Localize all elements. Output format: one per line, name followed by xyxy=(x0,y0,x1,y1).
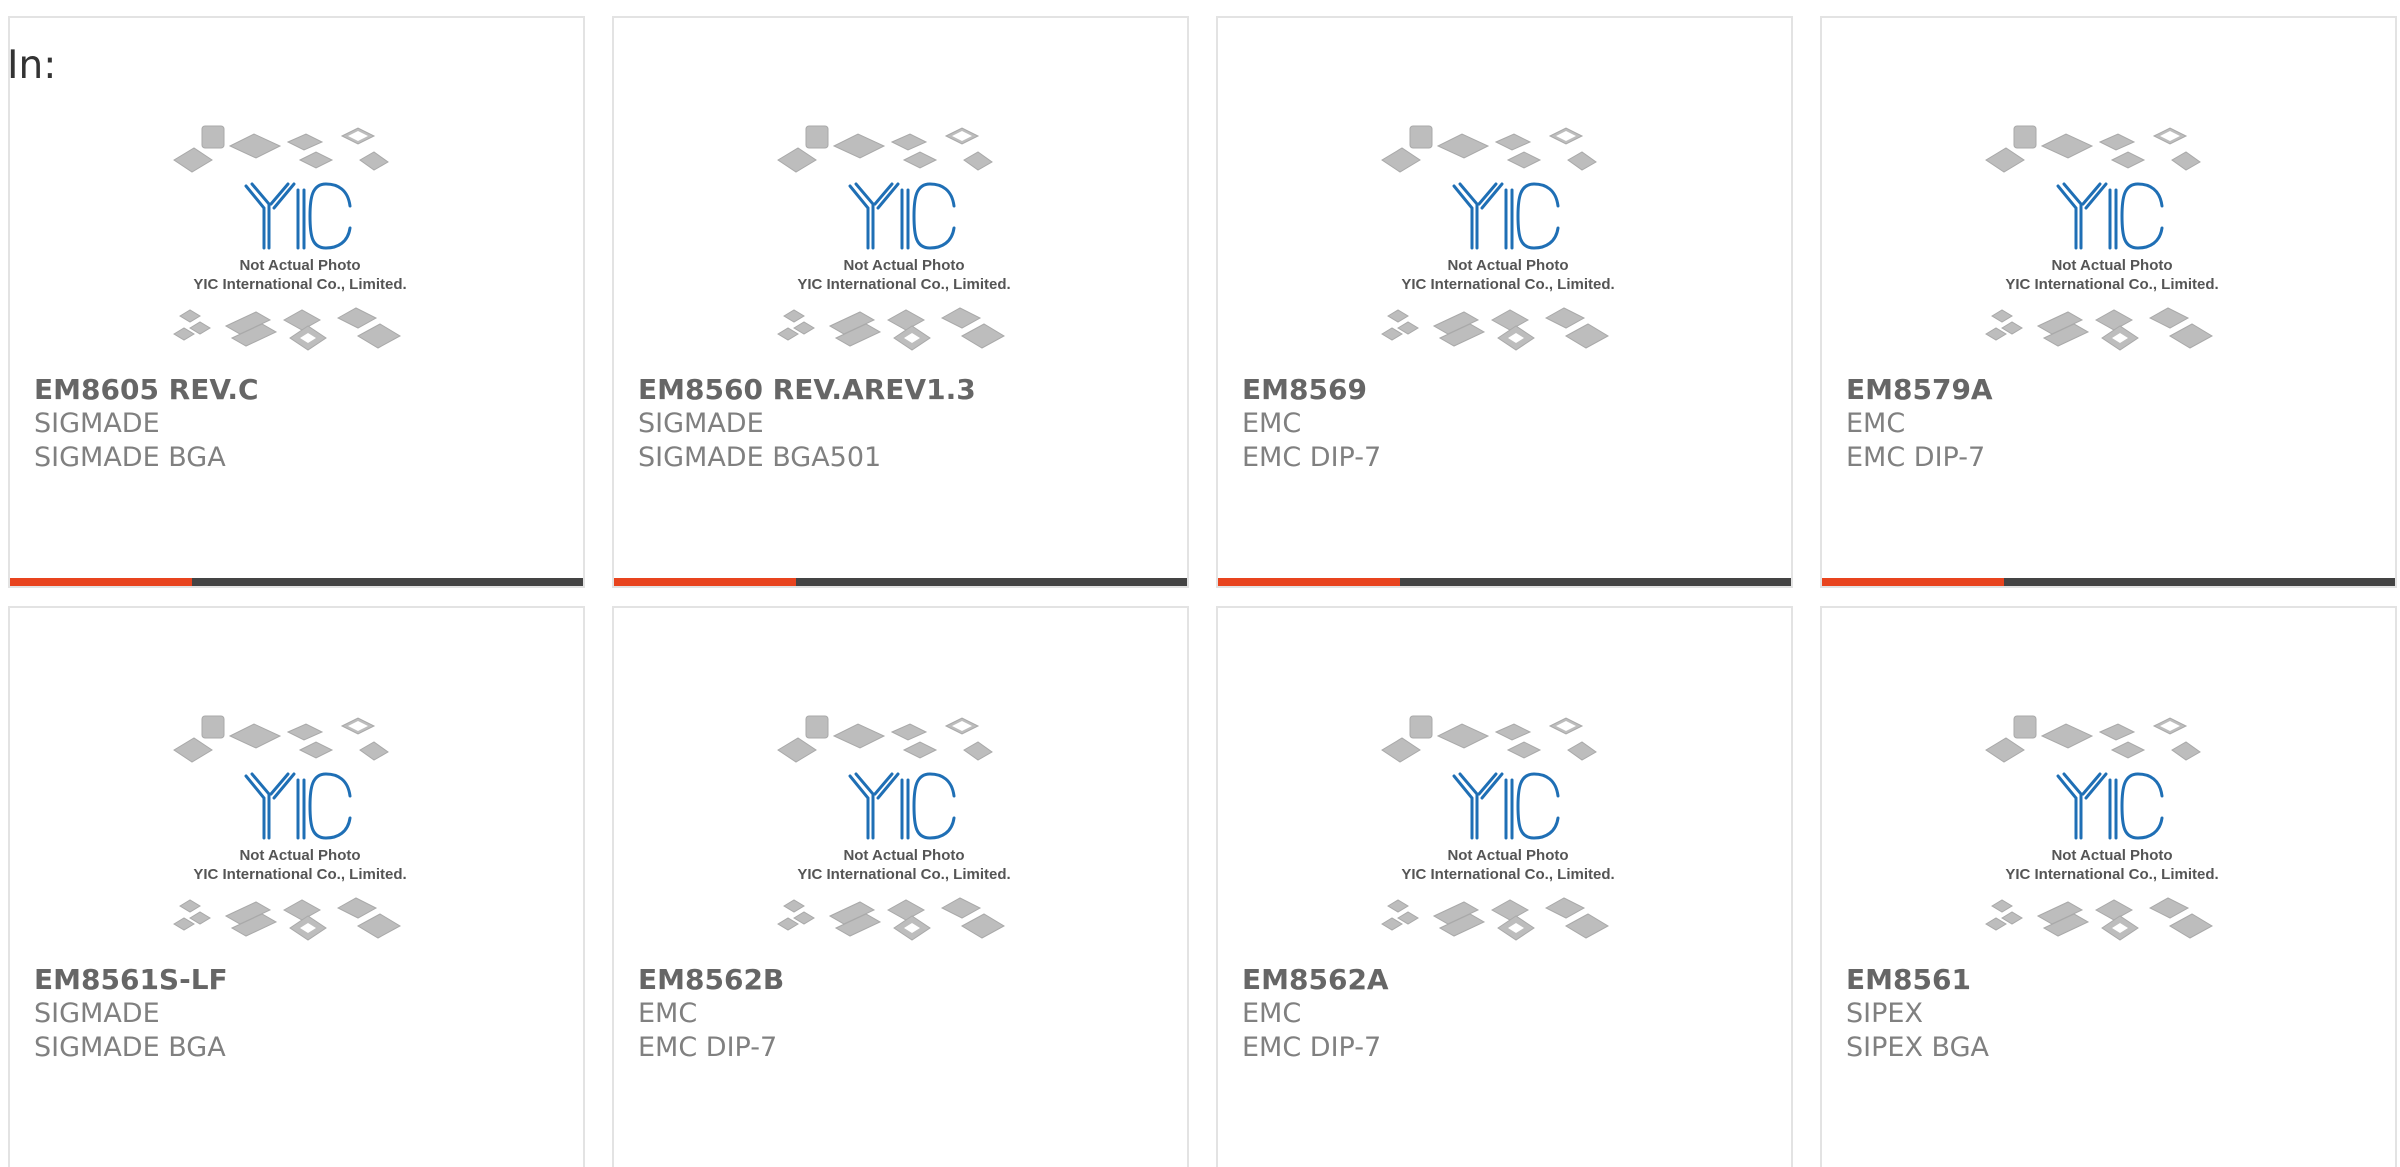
product-part-number[interactable]: EM8561S-LF xyxy=(34,963,228,997)
product-brand: SIGMADE xyxy=(638,408,764,439)
product-card[interactable]: Not Actual Photo YIC International Co., … xyxy=(1820,606,2397,1167)
product-package: SIGMADE BGA xyxy=(34,1032,226,1063)
product-brand: SIGMADE xyxy=(34,998,160,1029)
product-part-number[interactable]: EM8579A xyxy=(1846,373,1993,407)
product-info: EM8562A EMC EMC DIP-7 xyxy=(1242,963,1389,1065)
image-note-line1: Not Actual Photo xyxy=(239,257,360,274)
product-card[interactable]: Not Actual Photo YIC International Co., … xyxy=(1820,16,2397,588)
image-note-line1: Not Actual Photo xyxy=(239,847,360,864)
product-info: EM8579A EMC EMC DIP-7 xyxy=(1846,373,1993,475)
product-package: EMC DIP-7 xyxy=(1242,442,1382,473)
product-part-number[interactable]: EM8561 xyxy=(1846,963,1989,997)
product-package: SIGMADE BGA xyxy=(34,442,226,473)
product-package: EMC DIP-7 xyxy=(1242,1032,1382,1063)
product-brand: SIPEX xyxy=(1846,998,1923,1029)
product-part-number[interactable]: EM8569 xyxy=(1242,373,1381,407)
product-part-number[interactable]: EM8562B xyxy=(638,963,784,997)
product-image[interactable]: Not Actual Photo YIC International Co., … xyxy=(764,688,1044,958)
card-bar-track xyxy=(796,578,1187,586)
product-grid-page: In: Not Actual Photo YIC International C… xyxy=(0,0,2400,1167)
product-brand: EMC xyxy=(1242,408,1302,439)
product-info: EM8562B EMC EMC DIP-7 xyxy=(638,963,784,1065)
image-note-line1: Not Actual Photo xyxy=(2051,257,2172,274)
product-part-number[interactable]: EM8560 REV.AREV1.3 xyxy=(638,373,976,407)
card-bar-track xyxy=(2004,578,2395,586)
image-note-line2: YIC International Co., Limited. xyxy=(193,866,406,883)
image-note-line2: YIC International Co., Limited. xyxy=(1401,276,1614,293)
card-hover-bar xyxy=(1218,578,1791,586)
image-note-line2: YIC International Co., Limited. xyxy=(797,866,1010,883)
product-image[interactable]: Not Actual Photo YIC International Co., … xyxy=(1368,98,1648,368)
product-image[interactable]: Not Actual Photo YIC International Co., … xyxy=(1972,98,2252,368)
card-hover-bar xyxy=(614,578,1187,586)
card-bar-accent xyxy=(614,578,796,586)
product-brand: EMC xyxy=(1242,998,1302,1029)
product-info: EM8569 EMC EMC DIP-7 xyxy=(1242,373,1381,475)
image-note-line1: Not Actual Photo xyxy=(2051,847,2172,864)
image-note-line2: YIC International Co., Limited. xyxy=(2005,866,2218,883)
image-note-line2: YIC International Co., Limited. xyxy=(797,276,1010,293)
product-info: EM8561S-LF SIGMADE SIGMADE BGA xyxy=(34,963,228,1065)
card-bar-accent xyxy=(10,578,192,586)
product-card[interactable]: Not Actual Photo YIC International Co., … xyxy=(1216,606,1793,1167)
product-image[interactable]: Not Actual Photo YIC International Co., … xyxy=(160,98,440,368)
filter-label: In: xyxy=(7,43,57,88)
product-part-number[interactable]: EM8562A xyxy=(1242,963,1389,997)
image-note-line2: YIC International Co., Limited. xyxy=(193,276,406,293)
product-image[interactable]: Not Actual Photo YIC International Co., … xyxy=(1368,688,1648,958)
product-brand: EMC xyxy=(638,998,698,1029)
product-package: SIGMADE BGA501 xyxy=(638,442,882,473)
image-note-line2: YIC International Co., Limited. xyxy=(1401,866,1614,883)
product-image[interactable]: Not Actual Photo YIC International Co., … xyxy=(160,688,440,958)
image-note-line2: YIC International Co., Limited. xyxy=(2005,276,2218,293)
product-brand: SIGMADE xyxy=(34,408,160,439)
product-info: EM8560 REV.AREV1.3 SIGMADE SIGMADE BGA501 xyxy=(638,373,976,475)
product-brand: EMC xyxy=(1846,408,1906,439)
product-package: EMC DIP-7 xyxy=(638,1032,778,1063)
product-info: EM8561 SIPEX SIPEX BGA xyxy=(1846,963,1989,1065)
product-image[interactable]: Not Actual Photo YIC International Co., … xyxy=(1972,688,2252,958)
product-package: EMC DIP-7 xyxy=(1846,442,1986,473)
card-bar-accent xyxy=(1822,578,2004,586)
product-part-number[interactable]: EM8605 REV.C xyxy=(34,373,259,407)
card-bar-track xyxy=(192,578,583,586)
card-bar-accent xyxy=(1218,578,1400,586)
product-package: SIPEX BGA xyxy=(1846,1032,1989,1063)
product-info: EM8605 REV.C SIGMADE SIGMADE BGA xyxy=(34,373,259,475)
product-card[interactable]: Not Actual Photo YIC International Co., … xyxy=(612,16,1189,588)
image-note-line1: Not Actual Photo xyxy=(1447,257,1568,274)
image-note-line1: Not Actual Photo xyxy=(843,847,964,864)
image-note-line1: Not Actual Photo xyxy=(843,257,964,274)
card-bar-track xyxy=(1400,578,1791,586)
card-hover-bar xyxy=(1822,578,2395,586)
product-card[interactable]: Not Actual Photo YIC International Co., … xyxy=(8,16,585,588)
product-card[interactable]: Not Actual Photo YIC International Co., … xyxy=(612,606,1189,1167)
product-card[interactable]: Not Actual Photo YIC International Co., … xyxy=(1216,16,1793,588)
product-image[interactable]: Not Actual Photo YIC International Co., … xyxy=(764,98,1044,368)
product-card[interactable]: Not Actual Photo YIC International Co., … xyxy=(8,606,585,1167)
image-note-line1: Not Actual Photo xyxy=(1447,847,1568,864)
card-hover-bar xyxy=(10,578,583,586)
